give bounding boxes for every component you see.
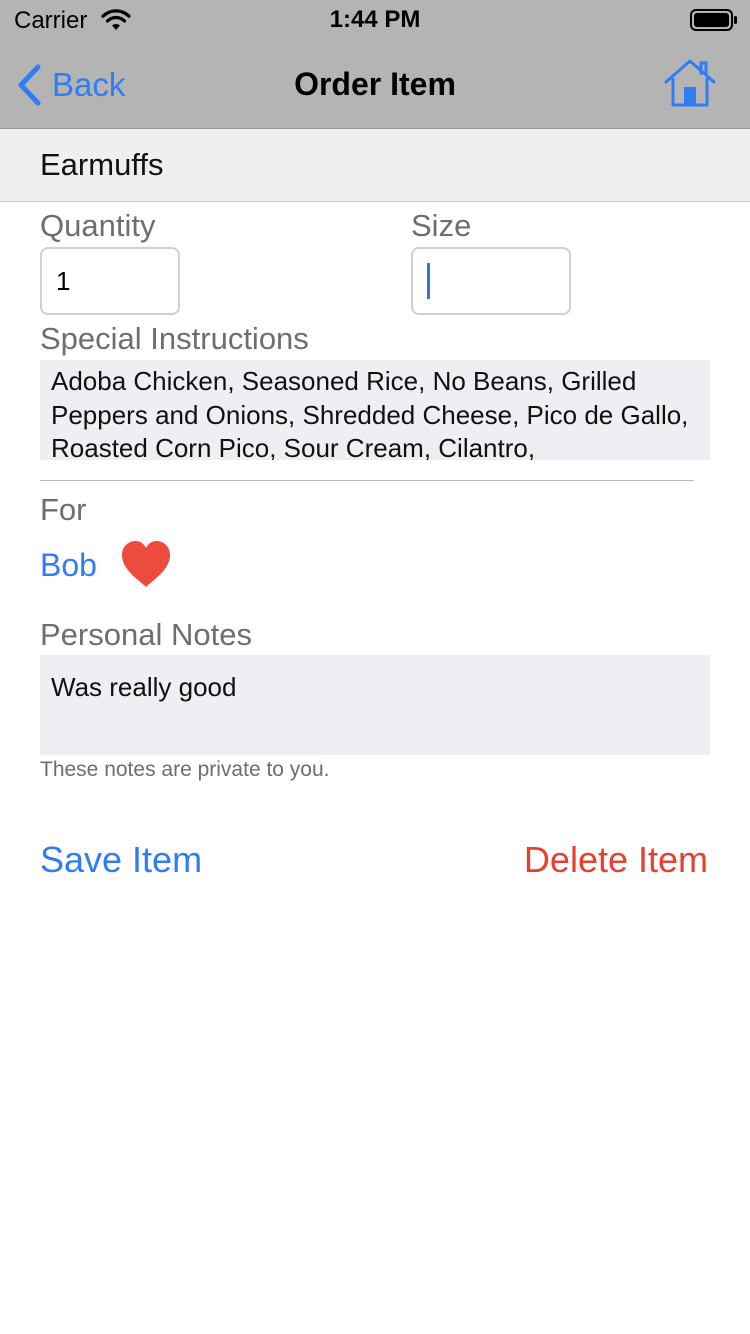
size-label: Size bbox=[411, 208, 472, 243]
page-title: Order Item bbox=[294, 66, 456, 102]
home-icon[interactable] bbox=[664, 58, 716, 108]
special-instructions-label: Special Instructions bbox=[40, 321, 309, 356]
status-time: 1:44 PM bbox=[329, 6, 421, 33]
personal-notes-label: Personal Notes bbox=[40, 617, 252, 652]
quantity-field[interactable]: 1 bbox=[40, 247, 180, 315]
save-item-button[interactable]: Save Item bbox=[40, 838, 202, 882]
special-instructions-field[interactable]: Adoba Chicken, Seasoned Rice, No Beans, … bbox=[40, 360, 710, 460]
item-name: Earmuffs bbox=[40, 147, 164, 182]
personal-notes-hint: These notes are private to you. bbox=[40, 758, 330, 781]
for-person-link[interactable]: Bob bbox=[40, 545, 97, 585]
delete-item-button[interactable]: Delete Item bbox=[524, 838, 708, 882]
personal-notes-field[interactable]: Was really good bbox=[40, 655, 710, 755]
for-label: For bbox=[40, 492, 87, 527]
battery-icon bbox=[690, 9, 737, 31]
heart-icon[interactable] bbox=[119, 539, 173, 589]
size-field[interactable] bbox=[411, 247, 571, 315]
text-cursor bbox=[427, 263, 430, 299]
quantity-label: Quantity bbox=[40, 208, 156, 243]
divider bbox=[40, 480, 694, 481]
